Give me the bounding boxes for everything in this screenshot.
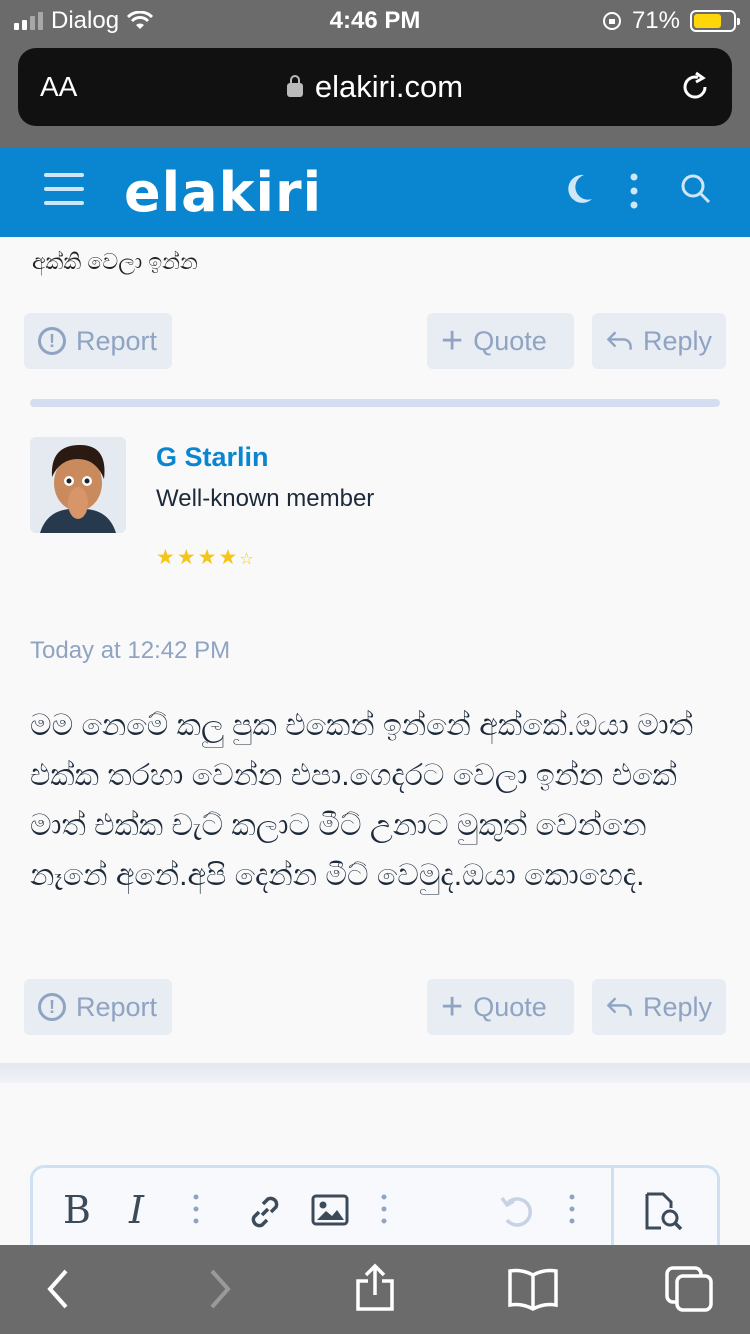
site-logo[interactable]: elakiri xyxy=(124,161,322,224)
url-text: elakiri.com xyxy=(314,69,464,104)
reply-icon xyxy=(606,331,632,350)
previous-post-text: අක්කි වෙලා ඉන්න xyxy=(32,249,198,274)
tabs-icon[interactable] xyxy=(664,1265,714,1313)
dark-mode-icon[interactable] xyxy=(566,173,594,205)
post-body: මම නෙමේ කලු පුක එකෙන් ඉන්නේ අක්කේ.ඔයා මා… xyxy=(30,709,694,892)
avatar[interactable] xyxy=(30,437,126,533)
user-title: Well-known member xyxy=(156,485,375,512)
star-icon: ★ xyxy=(197,546,219,569)
reply-button[interactable]: Reply xyxy=(592,979,726,1035)
post-separator xyxy=(0,1063,750,1083)
plus-icon: + xyxy=(441,986,464,1028)
address-bar[interactable]: AA elakiri.com xyxy=(18,48,732,126)
report-button[interactable]: ! Report xyxy=(24,313,172,369)
more-icon[interactable] xyxy=(381,1194,387,1224)
battery-icon xyxy=(690,10,740,32)
star-icon: ★ xyxy=(176,546,198,569)
quote-button[interactable]: + Quote xyxy=(427,979,574,1035)
more-options-icon[interactable] xyxy=(629,173,639,209)
quote-button[interactable]: + Quote xyxy=(427,313,574,369)
report-button[interactable]: ! Report xyxy=(24,979,172,1035)
reply-button[interactable]: Reply xyxy=(592,313,726,369)
quote-label: Quote xyxy=(473,991,547,1022)
post-divider xyxy=(30,399,720,407)
back-icon[interactable] xyxy=(44,1267,72,1311)
orientation-lock-icon xyxy=(602,12,621,30)
search-icon[interactable] xyxy=(680,173,712,205)
quote-label: Quote xyxy=(473,325,547,356)
half-star-icon: ☆ xyxy=(239,551,256,568)
reply-label: Reply xyxy=(642,991,712,1022)
italic-icon[interactable]: I xyxy=(129,1188,144,1232)
menu-icon[interactable] xyxy=(44,173,84,209)
editor-toolbar: B I xyxy=(30,1165,720,1258)
more-icon[interactable] xyxy=(193,1194,199,1224)
star-rating: ★★★★☆ xyxy=(156,545,256,570)
undo-icon[interactable] xyxy=(499,1194,535,1228)
reply-label: Reply xyxy=(642,325,712,356)
url-display[interactable]: elakiri.com xyxy=(18,69,732,105)
site-header: elakiri xyxy=(0,147,750,237)
report-icon: ! xyxy=(38,993,66,1021)
reload-icon[interactable] xyxy=(678,70,712,104)
thread-content: අක්කි වෙලා ඉන්න ! Report + Quote Reply G… xyxy=(0,237,750,1135)
report-label: Report xyxy=(76,325,158,356)
lock-icon xyxy=(286,75,303,97)
forward-icon[interactable] xyxy=(206,1267,234,1311)
browser-toolbar xyxy=(0,1245,750,1334)
browser-chrome: AA elakiri.com xyxy=(0,40,750,147)
report-label: Report xyxy=(76,991,158,1022)
more-icon[interactable] xyxy=(569,1194,575,1224)
reply-icon xyxy=(606,997,632,1016)
bold-icon[interactable]: B xyxy=(63,1188,91,1232)
username[interactable]: G Starlin xyxy=(156,442,269,473)
image-icon[interactable] xyxy=(311,1194,349,1226)
star-icon: ★ xyxy=(156,546,177,569)
report-icon: ! xyxy=(38,327,66,355)
share-icon[interactable] xyxy=(354,1263,396,1313)
bookmarks-icon[interactable] xyxy=(506,1267,560,1311)
post-timestamp[interactable]: Today at 12:42 PM xyxy=(30,637,230,665)
plus-icon: + xyxy=(441,320,464,362)
preview-icon[interactable] xyxy=(643,1192,687,1232)
link-icon[interactable] xyxy=(245,1192,285,1232)
status-right: 71% xyxy=(602,7,740,35)
star-icon: ★ xyxy=(218,546,240,569)
battery-percent: 71% xyxy=(631,7,680,34)
reply-editor-area: B I xyxy=(0,1135,750,1258)
avatar-image xyxy=(30,437,126,533)
status-bar: Dialog 4:46 PM 71% xyxy=(0,0,750,40)
